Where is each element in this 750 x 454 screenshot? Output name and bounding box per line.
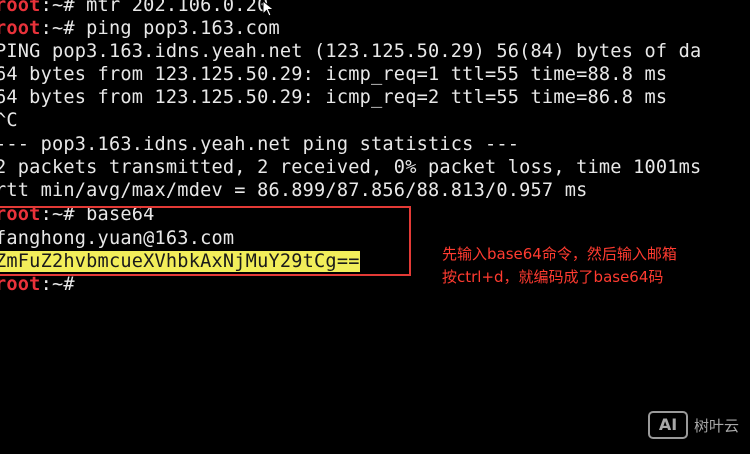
terminal-window[interactable]: root:~# mtr 202.106.0.20 root:~# ping po… [0, 0, 750, 454]
terminal-line-5: 64 bytes from 123.125.50.29: icmp_req=2 … [0, 87, 668, 108]
annotation-line-1: 先输入base64命令，然后输入邮箱 [442, 245, 677, 263]
terminal-line-2: root:~# ping pop3.163.com [0, 17, 280, 40]
command-text: mtr 202.106.0.20 [74, 0, 269, 16]
prompt-user: root [0, 18, 41, 39]
annotation-line-2: 按ctrl+d，就编码成了base64码 [442, 268, 664, 286]
annotation-note: 先输入base64命令，然后输入邮箱 按ctrl+d，就编码成了base64码 [442, 243, 677, 289]
terminal-line-8: 2 packets transmitted, 2 received, 0% pa… [0, 157, 702, 178]
terminal-line-13: root:~# [0, 273, 75, 296]
prompt-user: root [0, 0, 41, 16]
terminal-line-6: ^C [0, 110, 18, 131]
terminal-line-1: root:~# mtr 202.106.0.20 [0, 0, 268, 17]
watermark-text: 树叶云 [694, 416, 740, 435]
prompt-symbol: :~# [40, 0, 75, 16]
terminal-line-9: rtt min/avg/max/mdev = 86.899/87.856/88.… [0, 180, 588, 201]
prompt-symbol: :~# [40, 18, 75, 39]
terminal-line-4: 64 bytes from 123.125.50.29: icmp_req=1 … [0, 64, 668, 85]
prompt-user: root [0, 274, 41, 295]
watermark: AI 树叶云 [648, 408, 739, 442]
mouse-pointer-icon [262, 0, 275, 17]
terminal-line-3: PING pop3.163.idns.yeah.net (123.125.50.… [0, 41, 702, 62]
watermark-logo-icon: AI [648, 411, 688, 439]
command-text: ping pop3.163.com [74, 18, 280, 39]
terminal-line-7: --- pop3.163.idns.yeah.net ping statisti… [0, 134, 520, 155]
highlight-box [0, 206, 411, 276]
prompt-symbol: :~# [40, 274, 75, 295]
